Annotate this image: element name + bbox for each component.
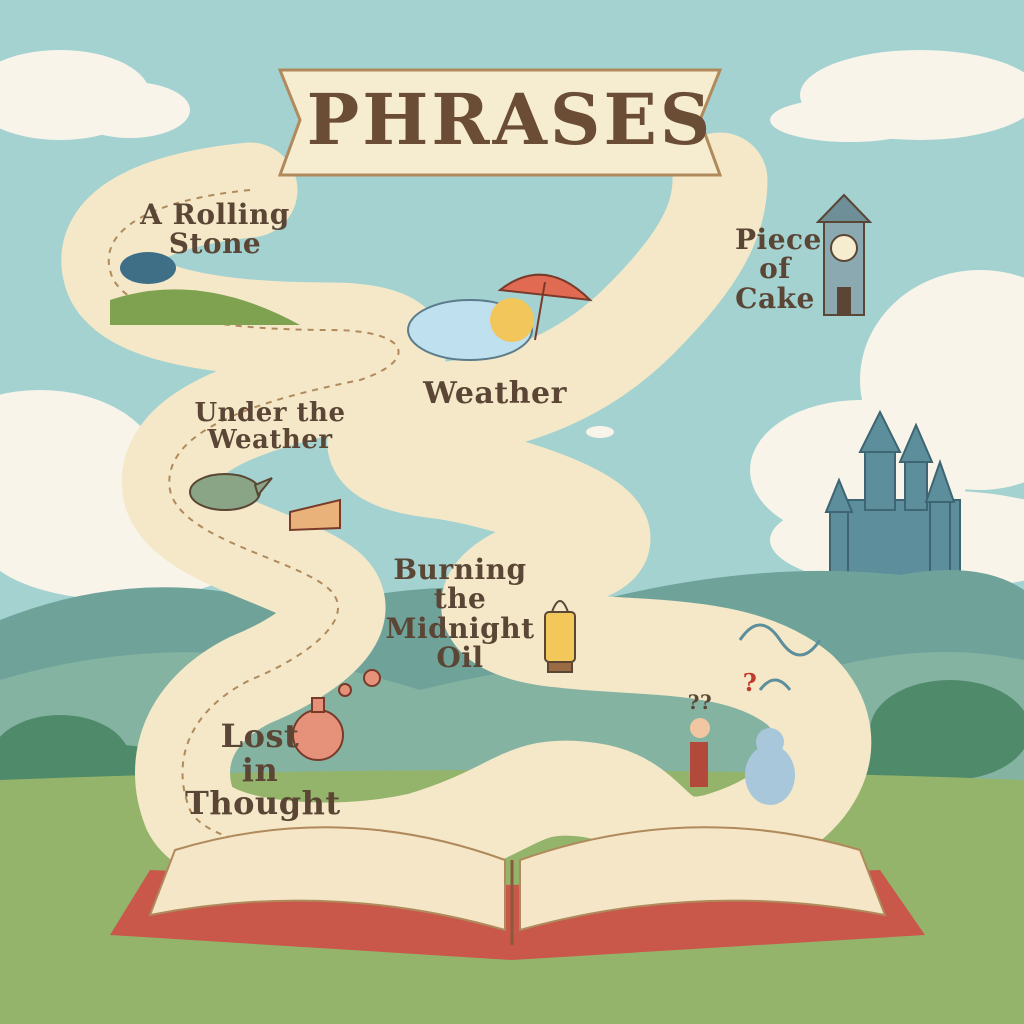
phrase-lost-in-thought: Lost in Thought [185, 717, 341, 823]
clock-tower [815, 193, 873, 316]
question-mark-right: ? [742, 668, 758, 697]
phrase-burning-midnight-oil: Burning the Midnight Oil [385, 553, 535, 675]
phrase-rolling-stone: A Rolling Stone [140, 198, 290, 261]
phrase-under-the-weather: Under the Weather [194, 398, 346, 456]
illustration-scene: PHRASES A Rolling Stone Piece of Cake We… [0, 0, 1024, 1024]
question-marks-left: ?? [687, 690, 713, 714]
page-title: PHRASES [306, 78, 714, 161]
lantern [544, 600, 576, 673]
phrase-piece-of-cake: Piece of Cake [735, 223, 822, 315]
phrase-weather: Weather [423, 376, 567, 411]
